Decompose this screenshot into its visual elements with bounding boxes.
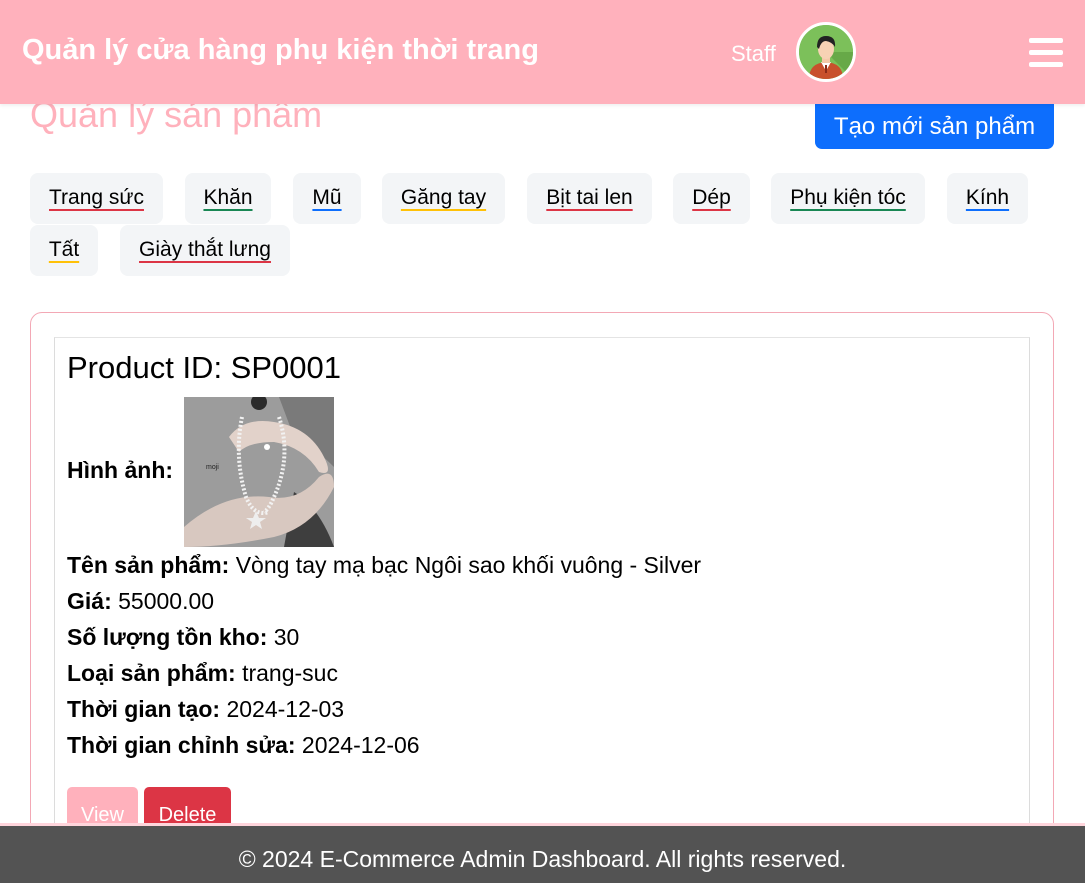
product-price-row: Giá: 55000.00: [67, 588, 214, 615]
price-value: 55000.00: [118, 588, 215, 614]
category-mu[interactable]: Mũ: [293, 173, 361, 224]
category-label: Găng tay: [400, 186, 487, 209]
user-role-label: Staff: [731, 41, 776, 66]
category-phu-kien-toc[interactable]: Phụ kiện tóc: [771, 173, 925, 224]
category-bit-tai-len[interactable]: Bịt tai len: [527, 173, 652, 224]
category-kinh[interactable]: Kính: [947, 173, 1028, 224]
category-trang-suc[interactable]: Trang sức: [30, 173, 163, 224]
category-label: Trang sức: [49, 186, 144, 209]
product-image-row: Hình ảnh:: [67, 457, 173, 484]
category-label: Tất: [48, 238, 80, 261]
user-avatar-icon[interactable]: [796, 22, 856, 82]
created-value: 2024-12-03: [226, 696, 345, 722]
type-label: Loại sản phẩm:: [67, 660, 236, 686]
footer-text: © 2024 E-Commerce Admin Dashboard. All r…: [238, 846, 847, 872]
product-id: Product ID: SP0001: [67, 350, 341, 385]
name-value: Vòng tay mạ bạc Ngôi sao khối vuông - Si…: [235, 552, 702, 578]
product-stock-row: Số lượng tồn kho: 30: [67, 624, 299, 651]
updated-label: Thời gian chỉnh sửa:: [67, 732, 296, 758]
footer: © 2024 E-Commerce Admin Dashboard. All r…: [0, 823, 1085, 883]
category-label: Khăn: [203, 186, 253, 209]
image-label: Hình ảnh:: [67, 457, 174, 483]
category-dep[interactable]: Dép: [673, 173, 750, 224]
brand-title[interactable]: Quản lý cửa hàng phụ kiện thời trang: [22, 34, 539, 67]
category-label: Kính: [965, 186, 1010, 209]
product-updated-row: Thời gian chỉnh sửa: 2024-12-06: [67, 732, 420, 759]
product-name-row: Tên sản phẩm: Vòng tay mạ bạc Ngôi sao k…: [67, 552, 701, 579]
category-khan[interactable]: Khăn: [185, 173, 271, 224]
product-image: moji: [184, 397, 334, 547]
product-created-row: Thời gian tạo: 2024-12-03: [67, 696, 344, 723]
updated-value: 2024-12-06: [301, 732, 420, 758]
category-label: Phụ kiện tóc: [790, 186, 906, 209]
category-tat[interactable]: Tất: [30, 225, 98, 276]
created-label: Thời gian tạo:: [67, 696, 221, 722]
category-label: Dép: [692, 186, 731, 209]
category-gang-tay[interactable]: Găng tay: [382, 173, 505, 224]
category-giay-that-lung[interactable]: Giày thắt lưng: [120, 225, 290, 276]
category-label: Giày thắt lưng: [139, 238, 271, 261]
stock-label: Số lượng tồn kho:: [67, 624, 268, 650]
svg-text:moji: moji: [206, 464, 219, 471]
price-label: Giá:: [67, 588, 112, 614]
product-type-row: Loại sản phẩm: trang-suc: [67, 660, 338, 687]
hamburger-menu-icon[interactable]: [1029, 38, 1063, 68]
category-label: Bịt tai len: [546, 186, 633, 209]
stock-value: 30: [273, 624, 300, 650]
navbar: Quản lý cửa hàng phụ kiện thời trang Sta…: [0, 0, 1085, 104]
name-label: Tên sản phẩm:: [67, 552, 230, 578]
category-label: Mũ: [312, 186, 342, 209]
type-value: trang-suc: [242, 660, 338, 686]
